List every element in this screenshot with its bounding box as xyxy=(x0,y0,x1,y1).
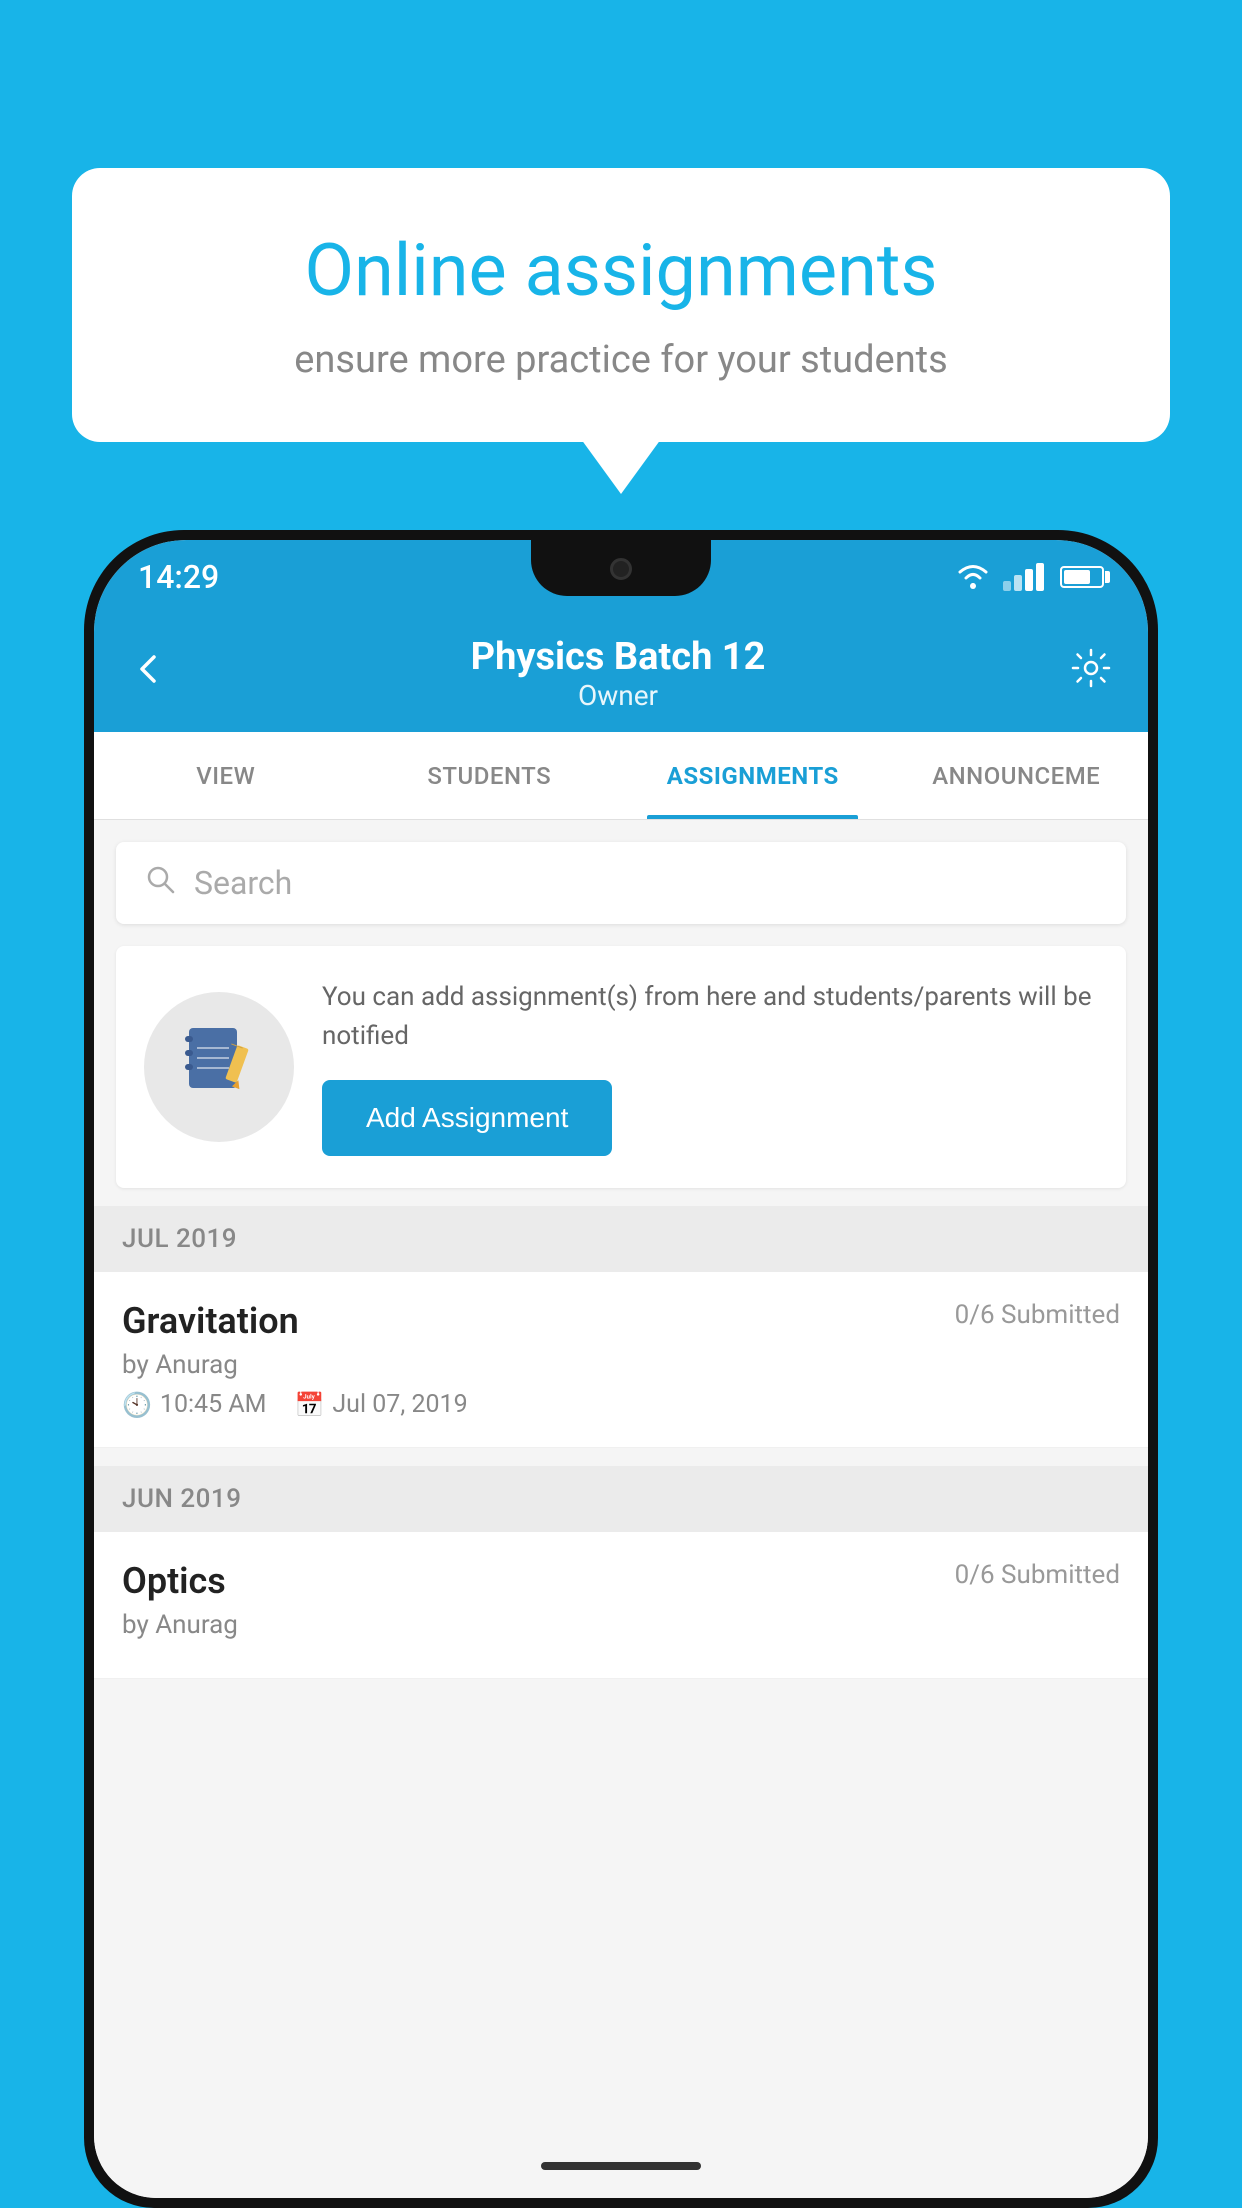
assignment-submitted-optics: 0/6 Submitted xyxy=(955,1560,1120,1590)
assignment-time-gravitation: 🕙 10:45 AM xyxy=(122,1390,266,1419)
add-assignment-button[interactable]: Add Assignment xyxy=(322,1080,612,1156)
tab-announcements-label: ANNOUNCEME xyxy=(932,762,1100,790)
assignment-author-optics: by Anurag xyxy=(122,1610,1120,1640)
assignment-icon-circle xyxy=(144,992,294,1142)
add-assignment-desc: You can add assignment(s) from here and … xyxy=(322,978,1098,1056)
wifi-icon xyxy=(955,563,991,591)
header-subtitle: Owner xyxy=(471,679,766,712)
tab-students-label: STUDENTS xyxy=(427,762,551,790)
assignment-time-value: 10:45 AM xyxy=(160,1390,267,1419)
header-center: Physics Batch 12 Owner xyxy=(471,635,766,712)
home-bar xyxy=(541,2162,701,2170)
assignment-author-gravitation: by Anurag xyxy=(122,1350,1120,1380)
promo-title: Online assignments xyxy=(144,228,1098,314)
tab-announcements[interactable]: ANNOUNCEME xyxy=(885,732,1149,819)
promo-card: Online assignments ensure more practice … xyxy=(72,168,1170,442)
notebook-icon xyxy=(179,1018,259,1116)
signal-icon xyxy=(1003,563,1044,591)
phone-notch xyxy=(531,540,711,596)
search-bar[interactable]: Search xyxy=(116,842,1126,924)
phone-frame: 14:29 xyxy=(84,530,1158,2208)
phone-screen: 14:29 xyxy=(94,540,1148,2198)
search-icon xyxy=(144,862,176,904)
camera xyxy=(610,558,632,580)
month-header-jun: JUN 2019 xyxy=(94,1466,1148,1532)
tabs-bar: VIEW STUDENTS ASSIGNMENTS ANNOUNCEME xyxy=(94,732,1148,820)
promo-subtitle: ensure more practice for your students xyxy=(144,338,1098,382)
tab-view[interactable]: VIEW xyxy=(94,732,358,819)
tab-students[interactable]: STUDENTS xyxy=(358,732,622,819)
tab-assignments-label: ASSIGNMENTS xyxy=(667,762,839,790)
assignment-name-optics: Optics xyxy=(122,1560,226,1602)
assignment-date-value: Jul 07, 2019 xyxy=(332,1390,467,1419)
assignment-meta-gravitation: 🕙 10:45 AM 📅 Jul 07, 2019 xyxy=(122,1390,1120,1419)
settings-button[interactable] xyxy=(1070,647,1112,700)
tab-assignments[interactable]: ASSIGNMENTS xyxy=(621,732,885,819)
assignment-header-gravitation: Gravitation 0/6 Submitted xyxy=(122,1300,1120,1342)
content-area: Search xyxy=(94,820,1148,2198)
add-assignment-section: You can add assignment(s) from here and … xyxy=(116,946,1126,1188)
assignment-name-gravitation: Gravitation xyxy=(122,1300,299,1342)
status-time: 14:29 xyxy=(138,558,219,596)
assignment-item-gravitation[interactable]: Gravitation 0/6 Submitted by Anurag 🕙 10… xyxy=(94,1272,1148,1448)
month-label-jul: JUL 2019 xyxy=(122,1224,237,1254)
search-placeholder: Search xyxy=(194,864,292,902)
assignment-submitted-gravitation: 0/6 Submitted xyxy=(955,1300,1120,1330)
battery-icon xyxy=(1060,566,1104,588)
month-label-jun: JUN 2019 xyxy=(122,1484,241,1514)
assignment-header-optics: Optics 0/6 Submitted xyxy=(122,1560,1120,1602)
calendar-icon: 📅 xyxy=(294,1391,324,1419)
assignment-date-gravitation: 📅 Jul 07, 2019 xyxy=(294,1390,467,1419)
clock-icon: 🕙 xyxy=(122,1391,152,1419)
tab-view-label: VIEW xyxy=(196,762,255,790)
back-button[interactable] xyxy=(130,649,166,698)
header-title: Physics Batch 12 xyxy=(471,635,766,679)
status-icons xyxy=(955,563,1104,591)
assignment-item-optics[interactable]: Optics 0/6 Submitted by Anurag xyxy=(94,1532,1148,1679)
app-header: Physics Batch 12 Owner xyxy=(94,614,1148,732)
month-header-jul: JUL 2019 xyxy=(94,1206,1148,1272)
add-assignment-right: You can add assignment(s) from here and … xyxy=(322,978,1098,1156)
